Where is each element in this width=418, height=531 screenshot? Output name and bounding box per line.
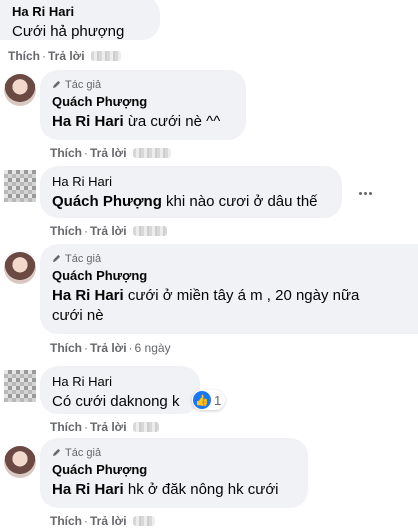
reply-link[interactable]: Trả lời xyxy=(90,224,127,238)
pen-icon xyxy=(52,448,61,457)
comment-author[interactable]: Ha Ri Hari xyxy=(52,374,188,390)
pen-icon xyxy=(52,254,61,263)
like-link[interactable]: Thích xyxy=(50,224,82,238)
comment-author[interactable]: Ha Ri Hari xyxy=(12,4,148,20)
mention[interactable]: Ha Ri Hari xyxy=(52,113,124,130)
mention[interactable]: Ha Ri Hari xyxy=(52,287,124,304)
avatar[interactable] xyxy=(4,446,36,478)
reply-link[interactable]: Trả lời xyxy=(90,341,127,355)
like-link[interactable]: Thích xyxy=(50,146,82,160)
comment-bubble: Tác giả Quách Phượng Ha Ri Hari cưới ở m… xyxy=(40,244,418,334)
comment-actions: Thích · Trả lời xyxy=(50,420,159,434)
comment-bubble: Tác giả Quách Phượng Ha Ri Hari ừa cưới … xyxy=(40,70,246,140)
comment-author[interactable]: Ha Ri Hari xyxy=(52,174,330,190)
comment-actions: Thích · Trả lời · 6 ngày xyxy=(50,341,171,355)
avatar[interactable] xyxy=(4,370,36,402)
comment-bubble: Ha Ri Hari Cưới hả phượng xyxy=(0,0,160,40)
comment-author[interactable]: Quách Phượng xyxy=(52,268,406,284)
blurred-time xyxy=(90,51,121,61)
comment-text: Ha Ri Hari cưới ở miền tây á m , 20 ngày… xyxy=(52,287,360,324)
like-link[interactable]: Thích xyxy=(50,341,82,355)
like-link[interactable]: Thích xyxy=(50,420,82,434)
reply-link[interactable]: Trả lời xyxy=(90,146,127,160)
author-tag: Tác giả xyxy=(52,252,406,266)
reaction-count: 1 xyxy=(214,392,222,408)
comment-text: Quách Phượng khi nào cươi ở dâu thế xyxy=(52,193,318,210)
comment-text: Có cưới daknong k xyxy=(52,393,180,410)
like-icon: 👍 xyxy=(193,391,211,409)
avatar[interactable] xyxy=(4,252,36,284)
author-tag: Tác giả xyxy=(52,78,234,92)
comment-author[interactable]: Quách Phượng xyxy=(52,94,234,110)
comment-actions: Thích · Trả lời xyxy=(50,514,155,528)
blurred-time xyxy=(132,226,167,236)
comment-author[interactable]: Quách Phượng xyxy=(52,462,296,478)
avatar[interactable] xyxy=(4,170,36,202)
pen-icon xyxy=(52,80,61,89)
reply-link[interactable]: Trả lời xyxy=(90,420,127,434)
comment-actions: Thích · Trả lời xyxy=(50,224,167,238)
reply-link[interactable]: Trả lời xyxy=(90,514,127,528)
comment-text: Cưới hả phượng xyxy=(12,23,125,40)
blurred-time xyxy=(132,148,171,158)
blurred-time xyxy=(132,516,155,526)
more-options-icon[interactable] xyxy=(352,180,378,206)
mention[interactable]: Quách Phượng xyxy=(52,193,162,210)
comment-bubble: Ha Ri Hari Có cưới daknong k xyxy=(40,366,200,414)
mention[interactable]: Ha Ri Hari xyxy=(52,481,124,498)
comment-bubble: Tác giả Quách Phượng Ha Ri Hari hk ở đăk… xyxy=(40,438,308,508)
like-link[interactable]: Thích xyxy=(50,514,82,528)
comment-actions: Thích · Trả lời xyxy=(50,146,171,160)
comment-actions: Thích · Trả lời xyxy=(8,49,121,63)
comment-text: Ha Ri Hari ừa cưới nè ^^ xyxy=(52,113,221,130)
reply-link[interactable]: Trả lời xyxy=(48,49,85,63)
like-link[interactable]: Thích xyxy=(8,49,40,63)
comment-text: Ha Ri Hari hk ở đăk nông hk cưới xyxy=(52,481,279,498)
reaction-badge[interactable]: 👍 1 xyxy=(192,390,226,410)
blurred-time xyxy=(132,422,159,432)
comment-time[interactable]: 6 ngày xyxy=(135,341,171,355)
author-tag: Tác giả xyxy=(52,446,296,460)
avatar[interactable] xyxy=(4,74,36,106)
comment-bubble: Ha Ri Hari Quách Phượng khi nào cươi ở d… xyxy=(40,166,342,218)
